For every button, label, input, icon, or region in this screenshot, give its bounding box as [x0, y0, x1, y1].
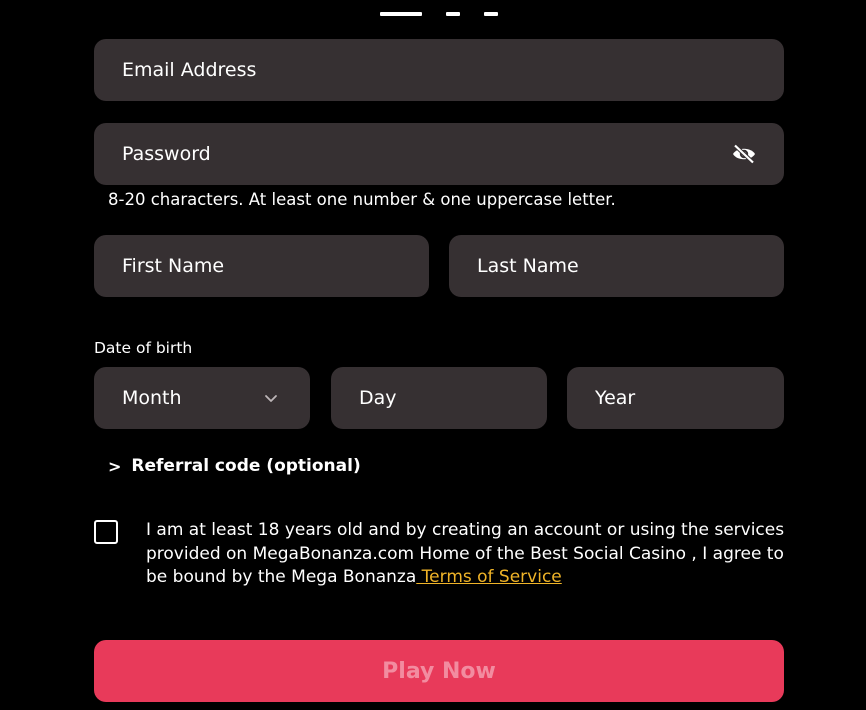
play-now-button[interactable]: Play Now — [94, 640, 784, 702]
password-placeholder: Password — [122, 143, 211, 165]
step-indicator-active — [380, 12, 422, 16]
last-name-field[interactable]: Last Name — [449, 235, 784, 297]
email-placeholder: Email Address — [122, 59, 257, 81]
year-field[interactable]: Year — [567, 367, 784, 429]
month-placeholder: Month — [122, 387, 182, 409]
first-name-field[interactable]: First Name — [94, 235, 429, 297]
chevron-down-icon — [265, 395, 277, 402]
signup-form: Email Address Password 8-20 characters. … — [0, 0, 866, 710]
referral-code-toggle[interactable]: > Referral code (optional) — [108, 456, 361, 476]
consent-text: I am at least 18 years old and by creati… — [146, 519, 796, 590]
terms-of-service-link[interactable]: Terms of Service — [416, 567, 562, 587]
age-consent-checkbox[interactable] — [94, 520, 118, 544]
password-hint: 8-20 characters. At least one number & o… — [108, 190, 616, 209]
step-indicator-dot — [484, 12, 498, 16]
day-placeholder: Day — [359, 387, 397, 409]
chevron-right-icon: > — [108, 456, 122, 476]
referral-label: Referral code (optional) — [131, 456, 361, 476]
email-field[interactable]: Email Address — [94, 39, 784, 101]
year-placeholder: Year — [595, 387, 636, 409]
day-field[interactable]: Day — [331, 367, 547, 429]
last-name-placeholder: Last Name — [477, 255, 579, 277]
eye-slash-icon[interactable] — [730, 143, 758, 165]
dob-label: Date of birth — [94, 339, 193, 357]
first-name-placeholder: First Name — [122, 255, 225, 277]
password-field[interactable]: Password — [94, 123, 784, 185]
month-select[interactable]: Month — [94, 367, 310, 429]
step-indicator-dot — [446, 12, 460, 16]
